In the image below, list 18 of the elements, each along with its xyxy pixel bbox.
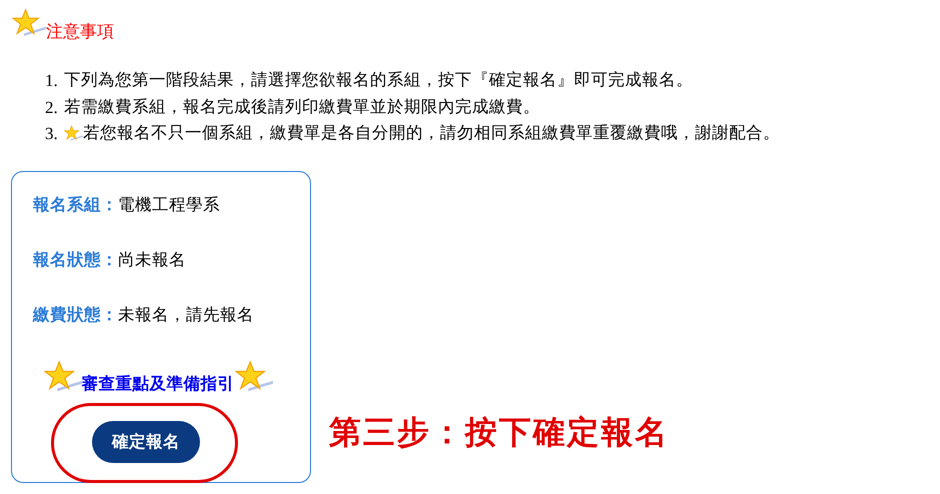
field-label: 報名系組： xyxy=(33,194,118,216)
notice-text: 若需繳費系組，報名完成後請列印繳費單並於期限內完成繳費。 xyxy=(64,96,540,118)
item-number: 2. xyxy=(45,96,58,119)
annotation-text: 第三步：按下確定報名 xyxy=(329,416,669,448)
field-label: 繳費狀態： xyxy=(33,304,118,326)
item-number: 1. xyxy=(45,70,58,92)
item-number: 3. xyxy=(45,123,58,146)
notice-text: 下列為您第一階段結果，請選擇您欲報名的系組，按下『確定報名』即可完成報名。 xyxy=(64,69,693,92)
field-value: 尚未報名 xyxy=(118,249,186,272)
field-label: 報名狀態： xyxy=(33,249,118,272)
field-value: 電機工程學系 xyxy=(118,194,220,216)
notice-text: 若您報名不只一個系組，繳費單是各自分開的，請勿相同系組繳費單重覆繳費哦，謝謝配合。 xyxy=(82,122,780,144)
star-icon xyxy=(64,125,83,142)
field-value: 未報名，請先報名 xyxy=(118,304,254,326)
star-icon xyxy=(12,8,46,39)
guide-link[interactable]: 審查重點及準備指引 xyxy=(82,376,234,392)
confirm-button[interactable]: 確定報名 xyxy=(92,421,200,464)
notice-title: 注意事項 xyxy=(46,24,114,41)
